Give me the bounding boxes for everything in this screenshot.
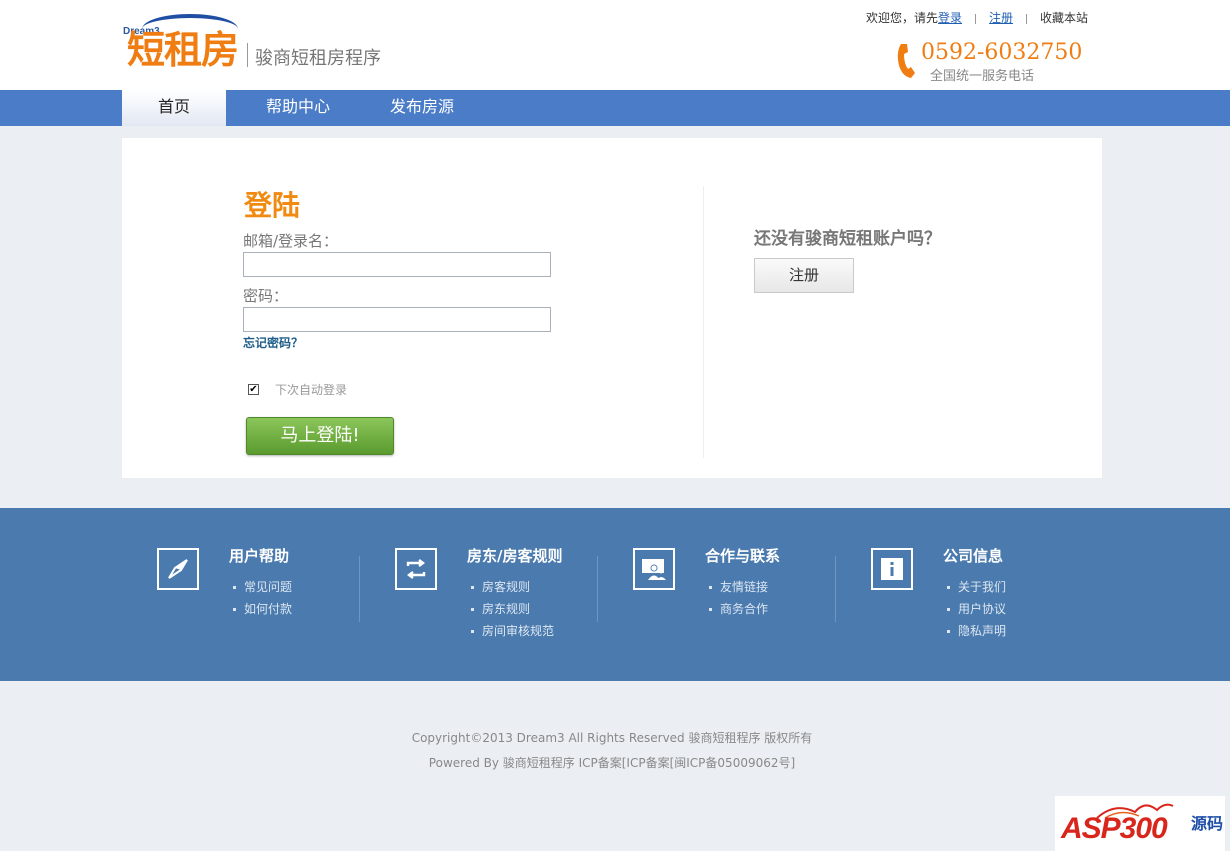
footer-links: 用户帮助 常见问题 如何付款 房东/房客规则 房客规则 房东规则 房间审核规范 … [0, 508, 1230, 681]
info-icon [871, 548, 913, 590]
footer-col-title: 房东/房客规则 [467, 547, 563, 565]
forgot-password-link[interactable]: 忘记密码？ [243, 334, 303, 351]
divider [975, 13, 977, 24]
exchange-icon [395, 548, 437, 590]
logo-subtitle: 骏商短租房程序 [255, 48, 381, 69]
footer-link[interactable]: 用户协议 [947, 602, 1006, 624]
footer-link[interactable]: 如何付款 [233, 602, 292, 624]
footer-link[interactable]: 房客规则 [471, 580, 554, 602]
site-logo[interactable]: Dream3 短租房 骏商短租房程序 [122, 12, 402, 74]
bullet [471, 586, 474, 589]
phone-icon [897, 44, 915, 78]
users-icon [633, 548, 675, 590]
compass-icon [157, 548, 199, 590]
footer-link-text: 房客规则 [482, 580, 531, 594]
bullet [947, 608, 950, 611]
logo-text: 短租房 [127, 28, 239, 72]
login-link[interactable]: 登录 [938, 11, 962, 25]
footer-col-list: 房客规则 房东规则 房间审核规范 [471, 580, 554, 646]
footer-link-text: 用户协议 [958, 602, 1007, 616]
phone-number: 0592-6032750 [921, 40, 1083, 65]
register-button[interactable]: 注册 [754, 258, 854, 293]
footer-col-list: 友情链接 商务合作 [709, 580, 768, 624]
footer-divider [597, 556, 598, 622]
footer-link[interactable]: 常见问题 [233, 580, 292, 602]
bullet [471, 630, 474, 633]
password-field[interactable] [243, 307, 551, 332]
powered-by-text: Powered By 骏商短租程序 ICP备案[ICP备案[闽ICP备05009… [428, 756, 796, 770]
bullet [233, 608, 236, 611]
footer-link[interactable]: 房间审核规范 [471, 624, 554, 646]
no-account-prompt: 还没有骏商短租账户吗？ [754, 229, 941, 249]
footer-col-list: 常见问题 如何付款 [233, 580, 292, 624]
footer-link-text: 关于我们 [958, 580, 1007, 594]
footer-link-text: 房间审核规范 [482, 624, 555, 638]
watermark-suffix: 源码 [1191, 814, 1224, 833]
main-nav: 首页 帮助中心 发布房源 [0, 90, 1230, 126]
bullet [947, 630, 950, 633]
footer-link[interactable]: 关于我们 [947, 580, 1006, 602]
copyright-block: Copyright©2013 Dream3 All Rights Reserve… [0, 726, 1224, 776]
watermark-logo: ASP300 源码 [1055, 796, 1225, 851]
bullet [709, 586, 712, 589]
footer-link[interactable]: 友情链接 [709, 580, 768, 602]
logo-divider [247, 43, 248, 67]
footer-link[interactable]: 隐私声明 [947, 624, 1006, 646]
footer-col-list: 关于我们 用户协议 隐私声明 [947, 580, 1006, 646]
site-header: Dream3 短租房 骏商短租房程序 欢迎您，请先登录 注册 收藏本站 0592-6… [0, 0, 1230, 90]
login-title: 登陆 [244, 189, 301, 222]
footer-link[interactable]: 房东规则 [471, 602, 554, 624]
watermark-brand: ASP300 [1061, 812, 1168, 845]
footer-link-text: 商务合作 [720, 602, 769, 616]
remember-me-label: 下次自动登录 [275, 383, 348, 397]
bullet [947, 586, 950, 589]
footer-col-title: 合作与联系 [705, 547, 781, 565]
email-label: 邮箱/登录名： [243, 232, 339, 250]
footer-link-text: 常见问题 [244, 580, 293, 594]
register-link[interactable]: 注册 [989, 11, 1013, 25]
service-phone: 0592-6032750 全国统一服务电话 [893, 40, 1093, 84]
divider [1026, 13, 1028, 24]
remember-me-checkbox[interactable]: ✔ [248, 384, 259, 395]
phone-description: 全国统一服务电话 [930, 69, 1035, 84]
panel-divider [703, 186, 704, 458]
footer-divider [835, 556, 836, 622]
copyright-text: Copyright©2013 Dream3 All Rights Reserve… [411, 731, 813, 745]
nav-item-home[interactable]: 首页 [122, 90, 226, 126]
login-button[interactable]: 马上登陆! [246, 417, 394, 455]
bullet [471, 608, 474, 611]
footer-divider [359, 556, 360, 622]
footer-col-title: 用户帮助 [229, 547, 290, 565]
password-label: 密码： [243, 287, 289, 305]
footer-col-title: 公司信息 [943, 547, 1004, 565]
footer-link-text: 房东规则 [482, 602, 531, 616]
bullet [233, 586, 236, 589]
footer-link[interactable]: 商务合作 [709, 602, 768, 624]
footer-link-text: 隐私声明 [958, 624, 1007, 638]
footer-link-text: 如何付款 [244, 602, 293, 616]
welcome-text: 欢迎您，请先 [866, 11, 939, 25]
email-field[interactable] [243, 252, 551, 277]
bullet [709, 608, 712, 611]
top-links: 欢迎您，请先登录 注册 收藏本站 [866, 9, 1088, 26]
nav-item-help-center[interactable]: 帮助中心 [246, 90, 350, 126]
login-panel: 登陆 邮箱/登录名： 密码： 忘记密码？ ✔ 下次自动登录 马上登陆! 还没有骏… [122, 138, 1102, 478]
nav-item-post-listing[interactable]: 发布房源 [370, 90, 474, 126]
bookmark-link[interactable]: 收藏本站 [1040, 11, 1088, 25]
footer-link-text: 友情链接 [720, 580, 769, 594]
